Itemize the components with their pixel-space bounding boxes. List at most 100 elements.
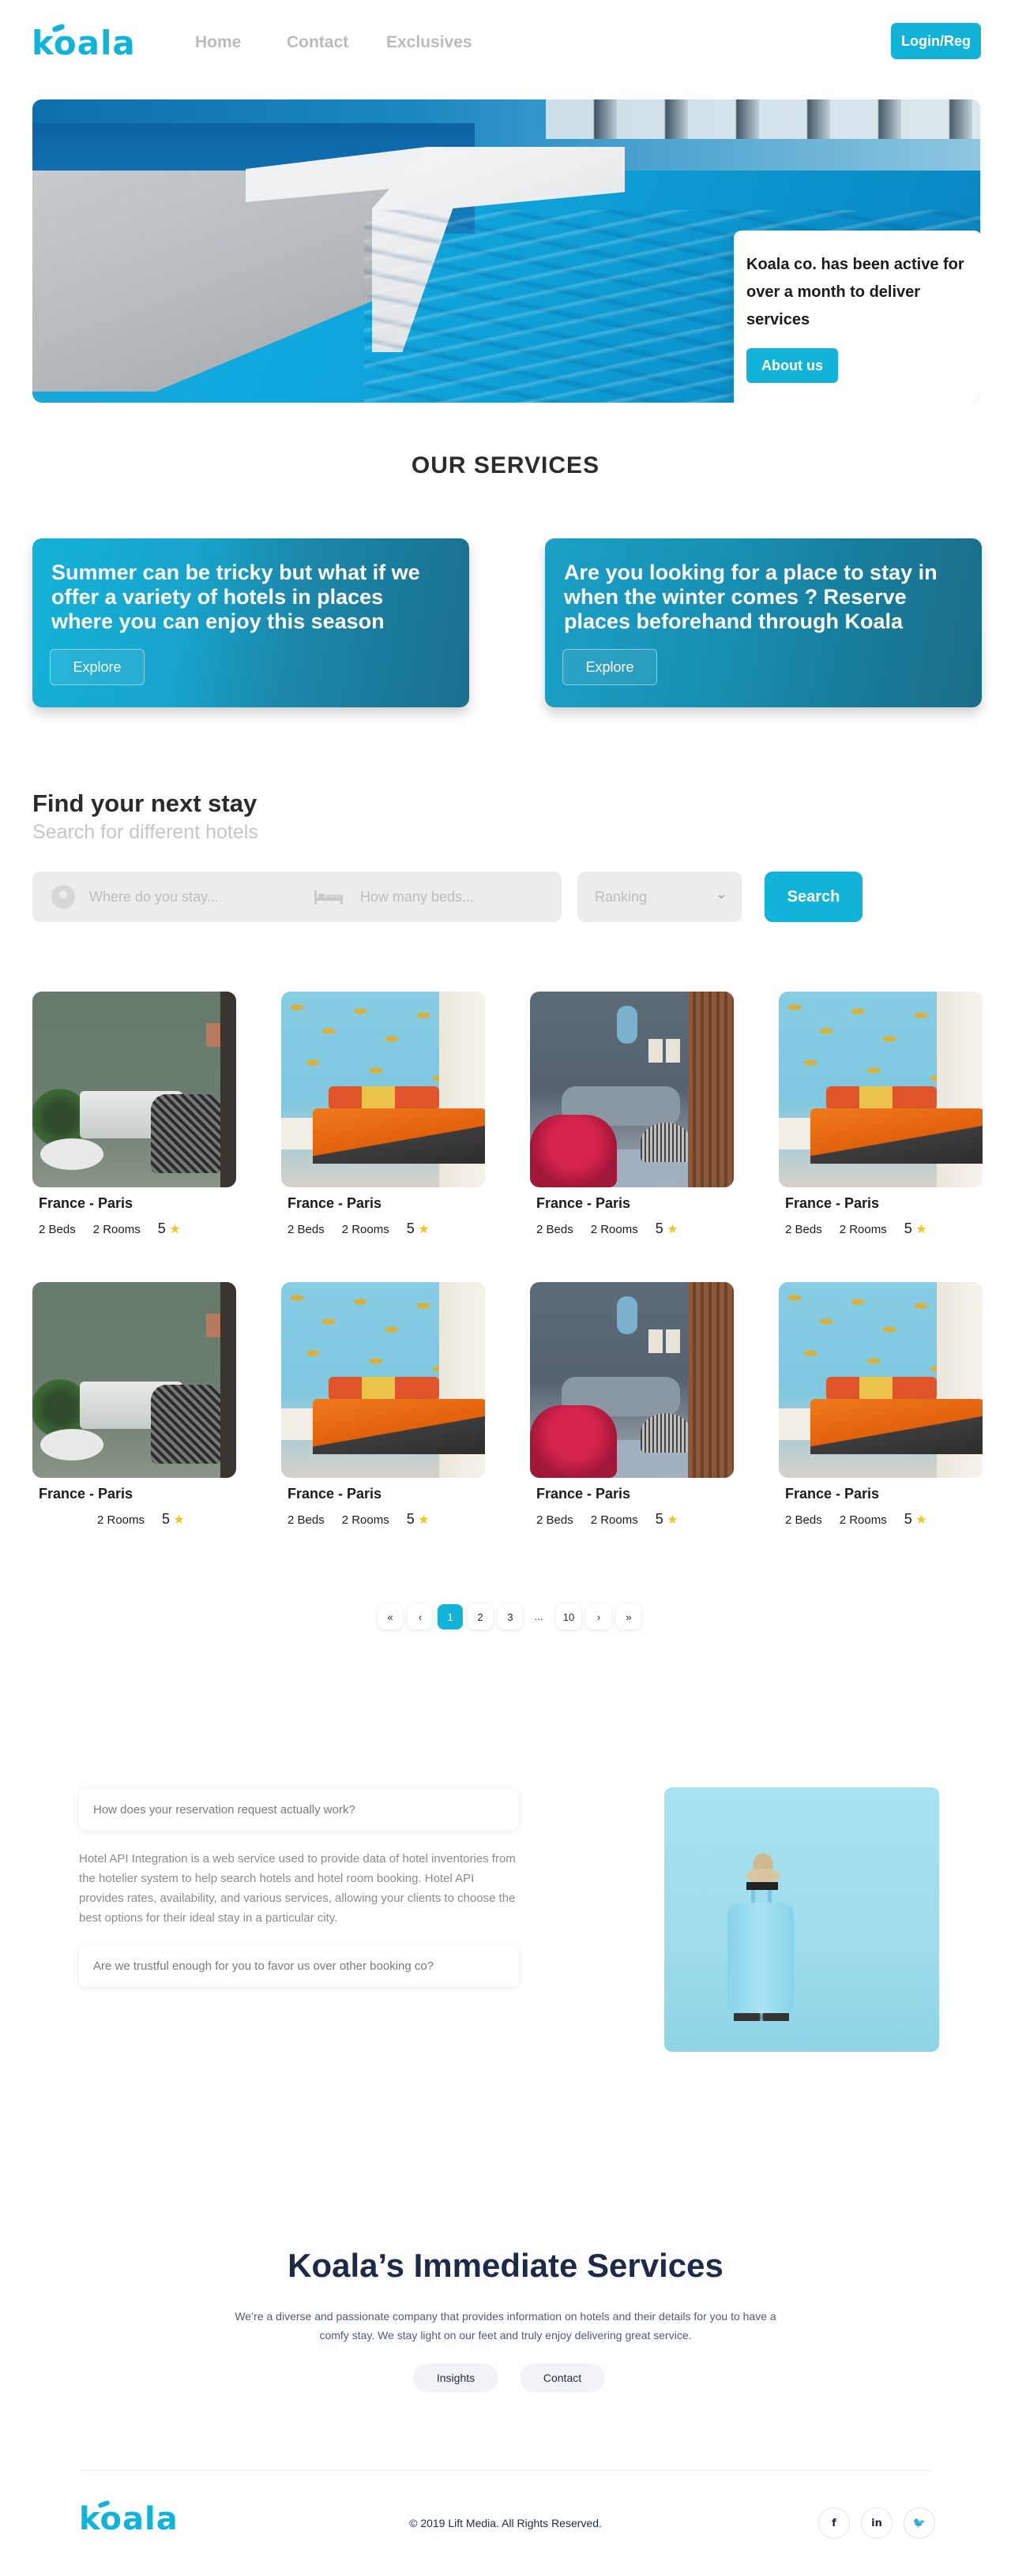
previous-page-button[interactable]: ‹ (408, 1604, 433, 1629)
hotel-details: 2 Beds 2 Rooms 5 ★ (536, 1511, 696, 1528)
room-dark (220, 1282, 236, 1478)
hotel-rooms: 2 Rooms (341, 1223, 389, 1236)
hero-card-text: Koala co. has been active for over a mon… (746, 256, 964, 328)
hotel-rooms: 2 Rooms (341, 1513, 389, 1527)
hotel-card[interactable]: France - Paris 2 Beds 2 Rooms 5 ★ (281, 992, 485, 1236)
room-blanket (313, 1108, 485, 1164)
hotel-card[interactable]: France - Paris 2 Beds 2 Rooms 5 ★ (779, 992, 983, 1236)
hotel-card[interactable]: France - Paris 2 Beds 2 Rooms 5 ★ (281, 1282, 485, 1527)
hotel-details: 2 Beds 2 Rooms 5 ★ (785, 1221, 945, 1237)
hotel-beds: 2 Beds (288, 1513, 325, 1527)
immediate-services-description: We’re a diverse and passionate company t… (235, 2310, 776, 2342)
faq-question-trust[interactable]: Are we trustful enough for you to favor … (79, 1945, 518, 1986)
location-pin-icon (51, 885, 75, 909)
hotel-rooms: 2 Rooms (839, 1223, 887, 1236)
hotel-card[interactable]: France - Paris 2 Rooms 5 ★ (32, 1282, 236, 1527)
linkedin-icon[interactable]: in (861, 2507, 893, 2539)
hotel-beds: 2 Beds (785, 1513, 822, 1527)
location-search-input[interactable] (89, 886, 303, 908)
beds-search-input[interactable] (360, 886, 550, 908)
star-icon: ★ (414, 1513, 430, 1527)
ranking-select[interactable]: Ranking ⌄ (577, 872, 742, 922)
room-dark (220, 992, 236, 1187)
bed-icon (314, 891, 343, 904)
find-stay-subtitle: Search for different hotels (32, 821, 258, 843)
hotel-card[interactable]: France - Paris 2 Beds 2 Rooms 5 ★ (530, 1282, 734, 1527)
room-nightstand (779, 1408, 810, 1440)
star-icon: ★ (911, 1513, 927, 1527)
room-frames (648, 1039, 680, 1063)
hotel-room-image (32, 1282, 236, 1478)
hotel-location: France - Paris (39, 1195, 133, 1211)
room-lamp (617, 1296, 637, 1334)
suitcase-wheels (734, 2013, 789, 2021)
logo-text: koala (32, 24, 136, 62)
page-10-button[interactable]: 10 (556, 1604, 581, 1629)
chevron-down-icon: ⌄ (715, 886, 727, 902)
luggage-image (664, 1787, 939, 2052)
copyright-text: © 2019 Lift Media. All Rights Reserved. (409, 2517, 602, 2529)
hotel-details: 2 Beds 2 Rooms 5 ★ (288, 1221, 447, 1237)
room-lamp (617, 1006, 637, 1044)
hotel-details: 2 Rooms 5 ★ (97, 1511, 202, 1528)
hotel-location: France - Paris (288, 1195, 382, 1211)
hotel-card[interactable]: France - Paris 2 Beds 2 Rooms 5 ★ (530, 992, 734, 1236)
room-tbl (641, 1413, 691, 1453)
about-us-button[interactable]: About us (746, 348, 838, 383)
hotel-beds: 2 Beds (785, 1223, 822, 1236)
hotel-location: France - Paris (39, 1486, 133, 1502)
hotel-beds: 2 Beds (536, 1223, 573, 1236)
hotel-card[interactable]: France - Paris 2 Beds 2 Rooms 5 ★ (779, 1282, 983, 1527)
hotel-beds: 2 Beds (288, 1223, 325, 1236)
hotel-rating: 5 (904, 1221, 912, 1236)
page-2-button[interactable]: 2 (468, 1604, 493, 1629)
star-icon: ★ (414, 1223, 430, 1236)
koala-logo[interactable]: koala (32, 23, 136, 62)
service-card-text: Summer can be tricky but what if we offe… (51, 561, 420, 633)
facebook-icon[interactable]: f (818, 2507, 850, 2539)
room-redchair (530, 1405, 617, 1478)
room-nightstand (281, 1118, 313, 1149)
room-door (688, 992, 734, 1187)
hotel-rooms: 2 Rooms (97, 1513, 145, 1527)
room-nightstand (281, 1408, 313, 1440)
hotel-rooms: 2 Rooms (590, 1513, 638, 1527)
hotel-beds: 2 Beds (536, 1513, 573, 1527)
hotel-details: 2 Beds 2 Rooms 5 ★ (39, 1221, 198, 1237)
hotel-card[interactable]: France - Paris 2 Beds 2 Rooms 5 ★ (32, 992, 236, 1236)
page-1-button[interactable]: 1 (438, 1604, 463, 1629)
explore-button[interactable]: Explore (562, 649, 657, 685)
hero-banner: Koala co. has been active for over a mon… (32, 99, 980, 403)
search-button[interactable]: Search (765, 872, 863, 922)
room-pillows (329, 1377, 439, 1400)
nav-home-link[interactable]: Home (195, 33, 241, 52)
next-page-button[interactable]: › (586, 1604, 611, 1629)
hero-info-card: Koala co. has been active for over a mon… (734, 231, 980, 403)
room-chair (151, 1385, 222, 1464)
hotel-rating: 5 (406, 1221, 415, 1236)
hotel-room-image (530, 992, 734, 1187)
page-3-button[interactable]: 3 (498, 1604, 523, 1629)
hotel-location: France - Paris (536, 1195, 631, 1211)
star-icon: ★ (170, 1513, 185, 1527)
twitter-icon[interactable]: 🐦 (904, 2507, 935, 2539)
nav-contact-link[interactable]: Contact (287, 33, 348, 52)
hotel-location: France - Paris (785, 1195, 880, 1211)
nav-exclusives-link[interactable]: Exclusives (386, 33, 472, 52)
contact-button[interactable]: Contact (520, 2364, 605, 2392)
room-redchair (530, 1115, 617, 1187)
top-navigation: koala Home Contact Exclusives Login/Reg (0, 0, 1011, 88)
login-register-button[interactable]: Login/Reg (891, 23, 981, 59)
hotel-room-image (281, 1282, 485, 1478)
first-page-button[interactable]: « (378, 1604, 403, 1629)
room-pillows (826, 1377, 937, 1400)
hotel-location: France - Paris (785, 1486, 880, 1502)
pagination: « ‹ 1 2 3 ... 10 › » (0, 1604, 1011, 1629)
hotel-rating: 5 (655, 1511, 663, 1527)
last-page-button[interactable]: » (616, 1604, 641, 1629)
faq-question-reservation[interactable]: How does your reservation request actual… (79, 1789, 518, 1830)
explore-button[interactable]: Explore (50, 649, 145, 685)
room-door (688, 1282, 734, 1478)
room-pillows (329, 1086, 439, 1110)
insights-button[interactable]: Insights (413, 2364, 498, 2392)
